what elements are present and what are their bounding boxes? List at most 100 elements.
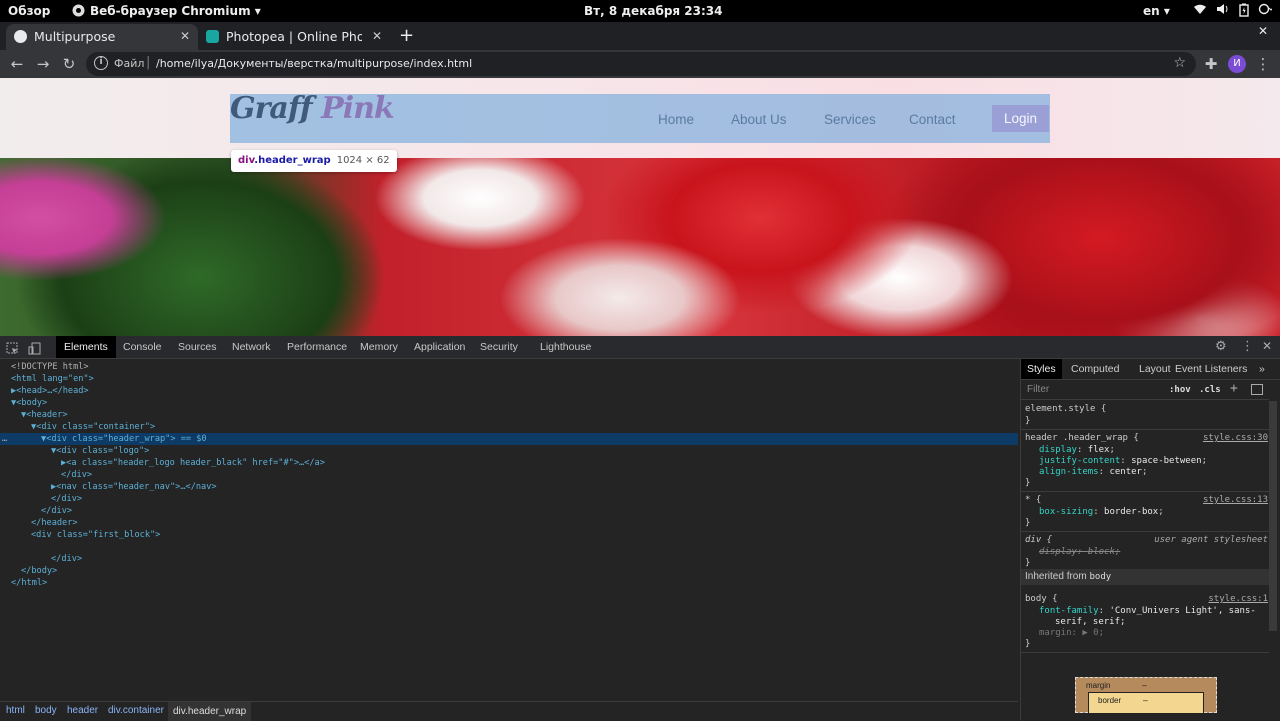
settings-gear-icon[interactable]: ⚙ <box>1215 339 1227 354</box>
styles-scrollbar[interactable] <box>1269 401 1277 631</box>
css-declaration[interactable]: box-sizing: border-box; <box>1039 507 1164 518</box>
dom-node[interactable]: <html lang="en"> <box>11 373 94 385</box>
cls-toggle[interactable]: .cls <box>1199 385 1221 395</box>
keyboard-layout[interactable]: en ▾ <box>1143 4 1170 18</box>
tab-elements[interactable]: Elements <box>56 336 116 358</box>
subtab-event-listeners[interactable]: Event Listeners <box>1175 359 1247 379</box>
rule1-source-link[interactable]: style.css:30 <box>1203 433 1268 443</box>
scheme-label: Файл <box>114 57 145 70</box>
css-declaration[interactable]: font-family: 'Conv_Univers Light', sans- <box>1039 606 1256 617</box>
app-menu[interactable]: Веб-браузер Chromium ▾ <box>90 4 261 18</box>
css-declaration[interactable]: justify-content: space-between; <box>1039 456 1207 467</box>
back-button[interactable]: ← <box>8 55 26 73</box>
nav-home[interactable]: Home <box>658 112 694 127</box>
device-toolbar-icon[interactable] <box>28 340 41 359</box>
tooltip-dims: 1024 × 62 <box>336 155 390 166</box>
close-tab-icon[interactable]: ✕ <box>372 29 382 43</box>
new-rule-icon[interactable]: + <box>1230 381 1238 396</box>
dom-node[interactable]: </div> <box>61 469 92 481</box>
dom-node[interactable]: </div> <box>51 493 82 505</box>
dom-node[interactable]: <div class="first_block"> <box>31 529 160 541</box>
tab-console[interactable]: Console <box>123 336 162 358</box>
tab-memory[interactable]: Memory <box>360 336 398 358</box>
dom-node[interactable]: </div> <box>51 553 82 565</box>
site-logo[interactable]: Graff Pink <box>230 91 395 126</box>
volume-icon[interactable] <box>1216 3 1229 18</box>
clock[interactable]: Вт, 8 декабря 23:34 <box>584 4 723 18</box>
crumb-body[interactable]: body <box>35 705 57 716</box>
dom-node[interactable]: ▼<div class="logo"> <box>51 445 149 457</box>
devtools-menu-icon[interactable]: ⋮ <box>1241 339 1254 354</box>
dom-node[interactable]: ▶<head>…</head> <box>11 385 89 397</box>
close-devtools-icon[interactable]: ✕ <box>1262 339 1272 353</box>
activities-button[interactable]: Обзор <box>8 4 50 18</box>
dom-node-selected[interactable]: … ▼<div class="header_wrap"> == $0 <box>0 433 1018 445</box>
extensions-icon[interactable]: ✚ <box>1202 55 1220 73</box>
profile-avatar[interactable]: И <box>1228 55 1246 73</box>
info-icon[interactable]: i <box>94 56 108 70</box>
inspect-element-icon[interactable] <box>6 340 19 359</box>
system-top-bar: Обзор Веб-браузер Chromium ▾ Вт, 8 декаб… <box>0 0 1280 22</box>
dom-node[interactable]: </html> <box>11 577 47 589</box>
node-actions-ellipsis[interactable]: … <box>2 433 7 445</box>
url-text[interactable]: /home/ilya/Документы/верстка/multipurpos… <box>156 57 472 70</box>
crumb-container[interactable]: div.container <box>108 705 164 716</box>
tab-performance[interactable]: Performance <box>287 336 347 358</box>
subtab-styles[interactable]: Styles <box>1021 359 1062 379</box>
crumb-header[interactable]: header <box>67 705 98 716</box>
nav-services[interactable]: Services <box>824 112 876 127</box>
box-model-border[interactable]: border – <box>1088 692 1204 714</box>
dom-node[interactable]: ▶<nav class="header_nav">…</nav> <box>51 481 217 493</box>
subtab-computed[interactable]: Computed <box>1071 359 1119 379</box>
toggle-sidebar-icon[interactable] <box>1251 384 1263 395</box>
css-declaration[interactable]: align-items: center; <box>1039 467 1147 478</box>
tab-lighthouse[interactable]: Lighthouse <box>540 336 591 358</box>
styles-filter-input[interactable]: Filter <box>1027 384 1049 395</box>
dom-node[interactable]: <!DOCTYPE html> <box>11 361 89 373</box>
crumb-html[interactable]: html <box>6 705 25 716</box>
nav-contact[interactable]: Contact <box>909 112 956 127</box>
close-tab-icon[interactable]: ✕ <box>180 29 190 43</box>
wifi-icon[interactable] <box>1193 3 1207 18</box>
battery-icon[interactable] <box>1239 3 1249 20</box>
box-model-margin[interactable]: margin – border – <box>1075 677 1217 714</box>
subtab-layout[interactable]: Layout <box>1139 359 1171 379</box>
tab-sources[interactable]: Sources <box>178 336 217 358</box>
dom-node[interactable]: ▶<a class="header_logo header_black" hre… <box>61 457 325 469</box>
dom-node[interactable]: ▼<header> <box>21 409 68 421</box>
dom-node-text: </div> <box>61 470 93 480</box>
dom-node-text: ▼<div class="logo"> <box>51 446 150 456</box>
new-tab-button[interactable]: + <box>399 25 414 46</box>
inherited-from-body[interactable]: body <box>1089 572 1111 582</box>
browser-menu-icon[interactable]: ⋮ <box>1254 55 1272 73</box>
crumb-header-wrap[interactable]: div.header_wrap <box>168 702 252 721</box>
tab-multipurpose[interactable]: Multipurpose ✕ <box>6 24 198 50</box>
tab-application[interactable]: Application <box>414 336 465 358</box>
dom-node[interactable]: </div> <box>41 505 72 517</box>
tab-network[interactable]: Network <box>232 336 271 358</box>
reload-button[interactable]: ↻ <box>60 55 78 73</box>
subtab-more-icon[interactable]: » <box>1259 359 1265 379</box>
login-button[interactable]: Login <box>992 105 1049 132</box>
dom-node[interactable]: </header> <box>31 517 78 529</box>
forward-button[interactable]: → <box>34 55 52 73</box>
element-style-selector: element.style { <box>1025 404 1107 414</box>
window-close-icon[interactable]: ✕ <box>1258 24 1270 40</box>
bookmark-star-icon[interactable]: ☆ <box>1173 55 1186 71</box>
power-menu-icon[interactable] <box>1258 3 1274 18</box>
rule4-source-link[interactable]: style.css:1 <box>1208 594 1268 604</box>
address-bar[interactable]: i Файл | /home/ilya/Документы/верстка/mu… <box>86 52 1196 76</box>
app-menu-arrow-icon: ▾ <box>254 4 261 18</box>
dom-node-text: </div> <box>51 554 83 564</box>
lang-arrow-icon: ▾ <box>1163 4 1170 18</box>
tab-photopea[interactable]: Photopea | Online Photo E ✕ <box>198 24 390 50</box>
page-viewport: Graff Pink Home About Us Services Contac… <box>0 78 1280 336</box>
rule2-source-link[interactable]: style.css:13 <box>1203 495 1268 505</box>
dom-node[interactable]: </body> <box>21 565 57 577</box>
hov-toggle[interactable]: :hov <box>1169 385 1191 395</box>
css-declaration[interactable]: display: flex; <box>1039 445 1115 456</box>
dom-node[interactable]: ▼<body> <box>11 397 47 409</box>
tab-security[interactable]: Security <box>480 336 518 358</box>
dom-node[interactable]: ▼<div class="container"> <box>31 421 155 433</box>
nav-about-us[interactable]: About Us <box>731 112 787 127</box>
